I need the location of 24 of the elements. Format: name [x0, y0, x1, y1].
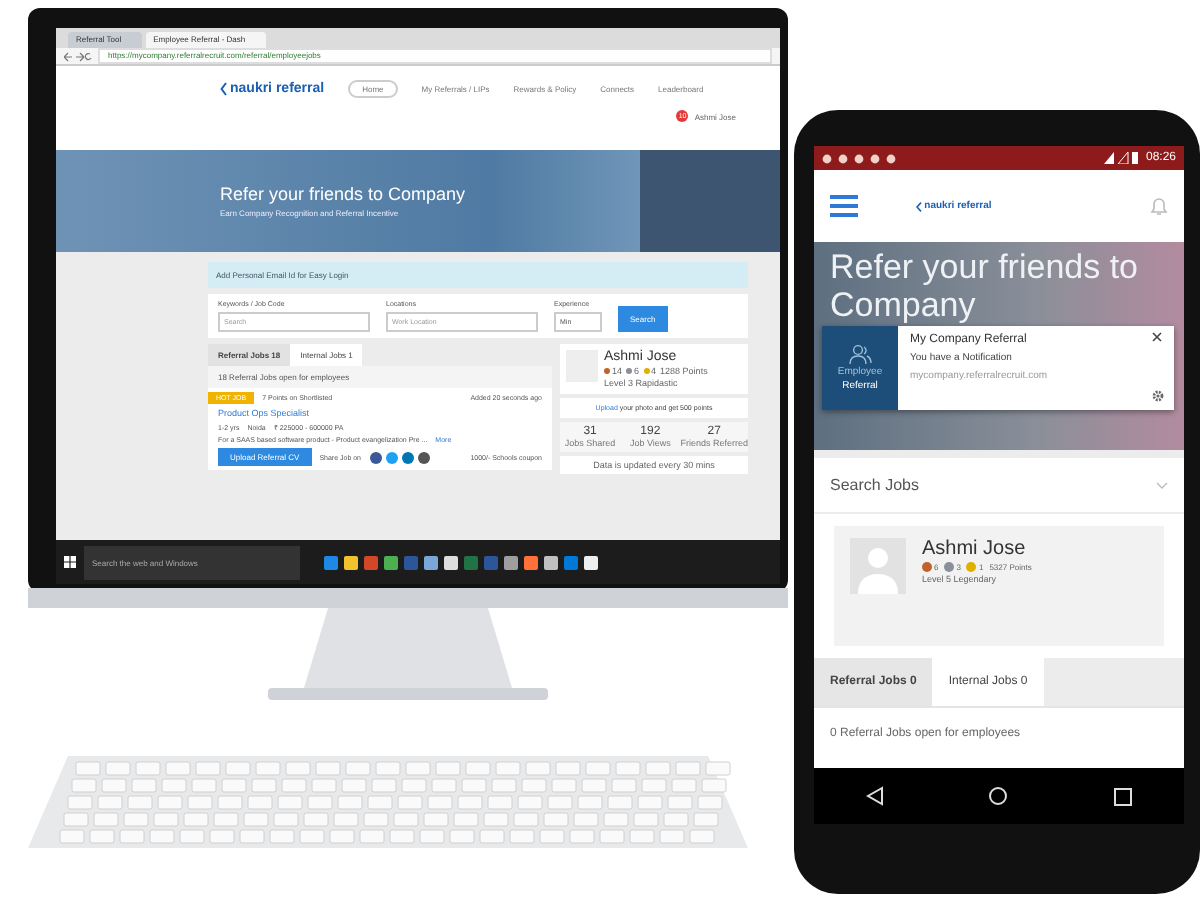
- people-icon: [848, 344, 872, 364]
- signal-battery-icon: [1103, 152, 1140, 164]
- menu-icon[interactable]: [830, 194, 858, 218]
- app-square-icon[interactable]: [344, 555, 358, 569]
- back-icon[interactable]: [866, 786, 885, 806]
- settings-icon[interactable]: [1152, 390, 1164, 402]
- app-square-icon[interactable]: [524, 555, 538, 569]
- app-square-icon[interactable]: [444, 555, 458, 569]
- search-jobs-row[interactable]: Search Jobs: [814, 458, 1184, 512]
- windows-logo-icon[interactable]: [64, 556, 76, 568]
- app-square-icon[interactable]: [384, 555, 398, 569]
- profile-name: Ashmi Jose: [922, 538, 1028, 560]
- close-icon[interactable]: [1152, 332, 1162, 342]
- hero-title: Refer your friends to Company: [830, 248, 1139, 324]
- home-icon[interactable]: [988, 786, 1009, 806]
- hero-title: Refer your friends to Company: [220, 184, 466, 204]
- recents-icon[interactable]: [1113, 787, 1132, 805]
- photo-placeholder: [640, 150, 780, 252]
- app-square-icon[interactable]: [504, 555, 518, 569]
- browser-nav-icon[interactable]: [64, 51, 92, 61]
- app-square-icon[interactable]: [544, 555, 558, 569]
- app-square-icon[interactable]: [424, 555, 438, 569]
- app-square-icon[interactable]: [584, 555, 598, 569]
- search-jobs-label: Search Jobs: [830, 476, 919, 494]
